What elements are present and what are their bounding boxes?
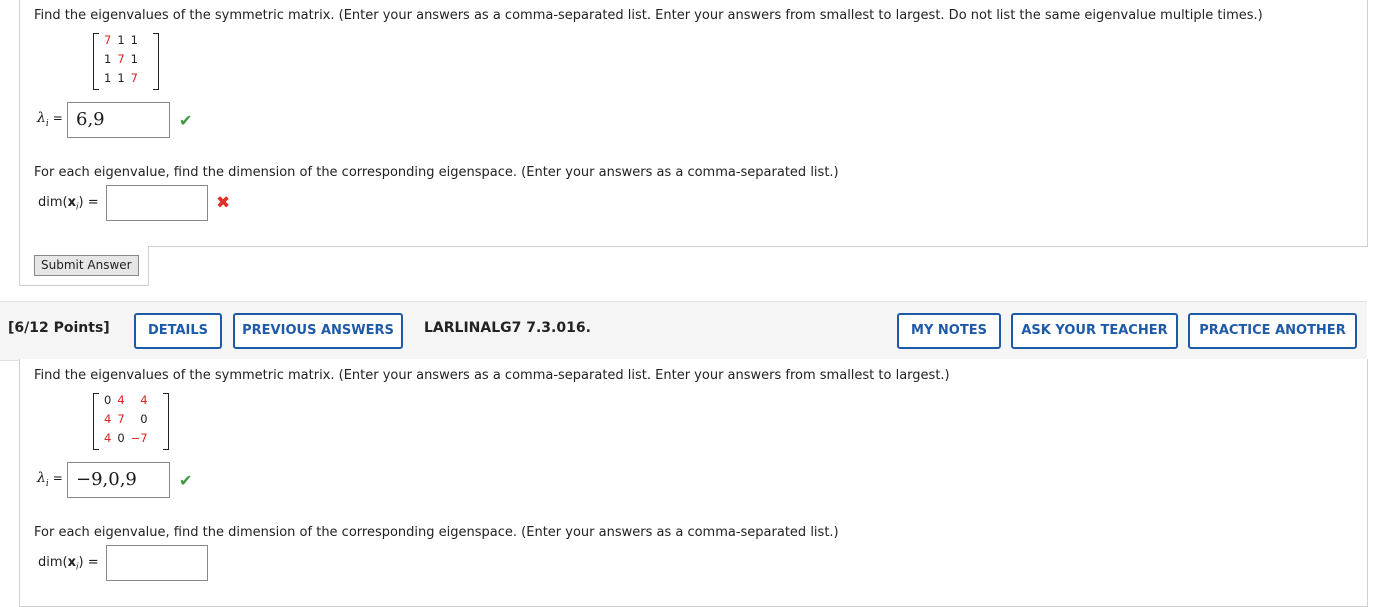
lambda-subscript: i [45, 478, 49, 489]
problem-code: LARLINALG7 7.3.016. [424, 320, 591, 336]
matrix-cell: 1 [104, 52, 112, 66]
matrix-cell: 0 [140, 412, 148, 426]
matrix-left-bracket [93, 33, 99, 90]
check-icon: ✔ [179, 111, 193, 130]
matrix-left-bracket [93, 393, 99, 450]
dim-label-x: x [67, 195, 76, 210]
matrix-cell: −7 [130, 431, 148, 445]
matrix-right-bracket [163, 393, 169, 450]
dim-label: dim(xi) = [38, 195, 99, 213]
dim-label: dim(xi) = [38, 555, 99, 573]
matrix-cell: 1 [117, 33, 125, 47]
previous-answers-button[interactable]: PREVIOUS ANSWERS [233, 313, 403, 349]
eigenvalues-input[interactable]: 6,9 [67, 102, 170, 138]
lambda-symbol: λ [37, 110, 46, 126]
matrix-cell: 4 [104, 412, 112, 426]
lambda-label: λi = [37, 110, 63, 129]
equals-sign: = [52, 111, 63, 125]
matrix-cell: 7 [117, 412, 125, 426]
equals-sign: = [52, 471, 63, 485]
matrix-cell: 1 [117, 71, 125, 85]
eigenvalues-input[interactable]: −9,0,9 [67, 462, 170, 498]
dimension-input[interactable] [106, 185, 208, 221]
question-2-panel [19, 359, 1368, 607]
matrix-cell: 4 [104, 431, 112, 445]
cross-icon: ✖ [216, 193, 231, 213]
matrix-cell: 0 [117, 431, 125, 445]
matrix-cell: 4 [117, 393, 125, 407]
question-2-matrix: 0 4 4 4 7 0 4 0 −7 [93, 393, 169, 450]
my-notes-button[interactable]: MY NOTES [897, 313, 1001, 349]
submit-answer-button[interactable]: Submit Answer [34, 255, 139, 276]
dim-label-x: x [67, 555, 76, 570]
question-2-prompt: Find the eigenvalues of the symmetric ma… [34, 368, 950, 383]
details-button[interactable]: DETAILS [134, 313, 222, 349]
matrix-cell: 7 [130, 71, 138, 85]
lambda-label: λi = [37, 470, 63, 489]
dim-label-post: ) = [78, 555, 99, 570]
matrix-cell: 7 [104, 33, 112, 47]
check-icon: ✔ [179, 471, 193, 490]
lambda-subscript: i [45, 118, 49, 129]
question-1-matrix: 7 1 1 1 7 1 1 1 7 [93, 33, 159, 90]
question-2-dim-prompt: For each eigenvalue, find the dimension … [34, 525, 839, 540]
dim-label-post: ) = [78, 195, 99, 210]
practice-another-button[interactable]: PRACTICE ANOTHER [1188, 313, 1357, 349]
matrix-cell: 7 [117, 52, 125, 66]
dimension-input[interactable] [106, 545, 208, 581]
matrix-cell: 1 [130, 52, 138, 66]
lambda-symbol: λ [37, 470, 46, 486]
dim-label-pre: dim( [38, 555, 68, 570]
matrix-cell: 1 [130, 33, 138, 47]
question-1-dim-prompt: For each eigenvalue, find the dimension … [34, 165, 839, 180]
matrix-cell: 4 [140, 393, 148, 407]
dim-label-pre: dim( [38, 195, 68, 210]
matrix-cell: 1 [104, 71, 112, 85]
points-label: [6/12 Points] [8, 320, 110, 336]
matrix-cell: 0 [104, 393, 112, 407]
question-1-prompt: Find the eigenvalues of the symmetric ma… [34, 8, 1263, 23]
ask-your-teacher-button[interactable]: ASK YOUR TEACHER [1011, 313, 1178, 349]
matrix-right-bracket [153, 33, 159, 90]
